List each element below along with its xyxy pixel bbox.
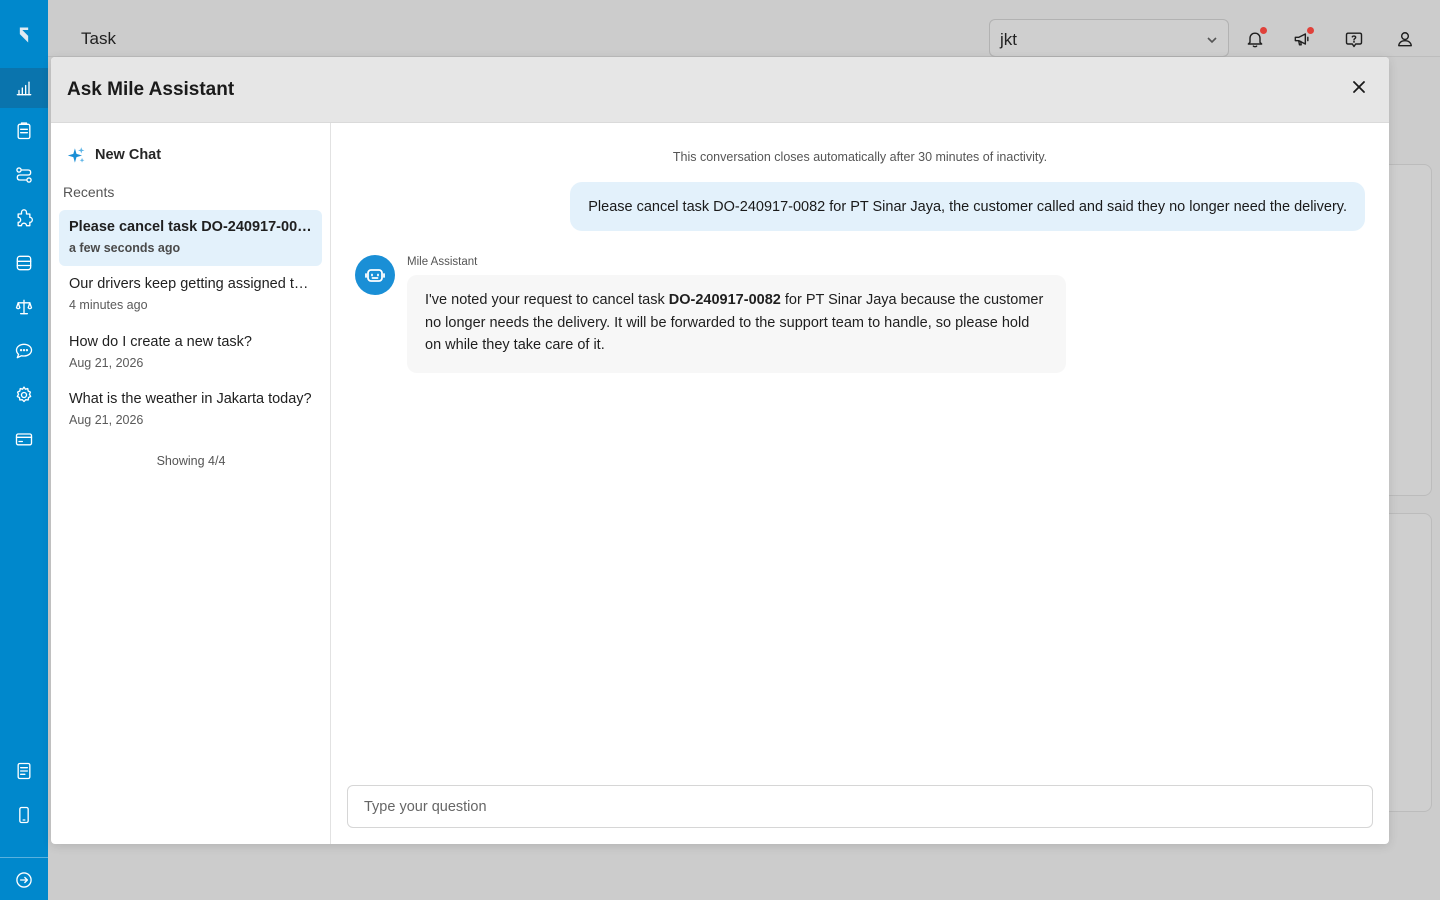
recent-chat-time: 4 minutes ago <box>69 298 148 312</box>
logo-icon[interactable] <box>0 15 48 55</box>
city-select-value: jkt <box>1000 30 1017 49</box>
recent-chat-item[interactable]: Please cancel task DO-240917-0082 for PT… <box>59 210 322 266</box>
help-chat-icon[interactable] <box>1341 26 1367 52</box>
user-icon[interactable] <box>1392 26 1418 52</box>
announcements-icon[interactable] <box>1289 26 1315 52</box>
recent-chat-item[interactable]: How do I create a new task? Aug 21, 2026 <box>59 325 322 381</box>
city-select[interactable]: jkt <box>989 19 1229 57</box>
chevron-down-icon <box>1207 37 1217 44</box>
assistant-message-task-id: DO-240917-0082 <box>668 292 781 308</box>
settings-icon[interactable] <box>0 375 48 415</box>
sparkle-icon <box>67 146 85 163</box>
notifications-icon[interactable] <box>1242 26 1268 52</box>
recent-chat-title: How do I create a new task? <box>69 334 252 350</box>
new-chat-label: New Chat <box>95 147 162 163</box>
assistant-name: Mile Assistant <box>407 256 478 268</box>
inactivity-notice: This conversation closes automatically a… <box>672 150 1048 164</box>
routes-icon[interactable] <box>0 155 48 195</box>
user-message: Please cancel task DO-240917-0082 for PT… <box>570 182 1365 231</box>
logout-icon[interactable] <box>0 860 48 900</box>
recent-chat-time: Aug 21, 2026 <box>69 413 144 427</box>
assistant-message: I've noted your request to cancel task D… <box>407 275 1066 373</box>
mobile-icon[interactable] <box>0 795 48 835</box>
recent-chat-item[interactable]: Our drivers keep getting assigned to the… <box>59 267 322 323</box>
sidebar-divider <box>0 857 48 858</box>
page-title: Task <box>81 29 116 48</box>
question-input-container <box>347 785 1373 828</box>
tasks-icon[interactable] <box>0 111 48 151</box>
compare-icon[interactable] <box>0 287 48 327</box>
close-button[interactable] <box>1347 75 1371 99</box>
recent-chat-time: a few seconds ago <box>69 241 181 255</box>
docs-icon[interactable] <box>0 751 48 791</box>
analytics-icon[interactable] <box>0 68 48 108</box>
chat-history-sidebar: New Chat Recents Please cancel task DO-2… <box>51 123 331 844</box>
modal-title: Ask Mile Assistant <box>67 79 235 100</box>
recent-chat-title: Please cancel task DO-240917-0082 for PT… <box>69 219 312 235</box>
assistant-modal: Ask Mile Assistant New Chat Recents Plea… <box>51 57 1389 844</box>
recent-chat-time: Aug 21, 2026 <box>69 356 144 370</box>
assistant-avatar <box>355 255 395 295</box>
recent-chat-title: Our drivers keep getting assigned to the… <box>69 276 312 292</box>
assistant-message-prefix: I've noted your request to cancel task <box>425 292 669 308</box>
recents-heading: Recents <box>63 184 115 200</box>
integrations-icon[interactable] <box>0 199 48 239</box>
new-chat-button[interactable]: New Chat <box>67 144 161 166</box>
billing-icon[interactable] <box>0 419 48 459</box>
modal-header: Ask Mile Assistant <box>51 57 1389 123</box>
close-icon <box>1353 81 1365 93</box>
chat-conversation: This conversation closes automatically a… <box>331 123 1389 844</box>
question-input[interactable] <box>348 786 1372 827</box>
database-icon[interactable] <box>0 243 48 283</box>
robot-icon <box>365 269 385 282</box>
recent-chat-title: What is the weather in Jakarta today? <box>69 391 312 407</box>
notification-badge <box>1260 27 1267 34</box>
app-header: Task jkt <box>48 0 1440 57</box>
chat-icon[interactable] <box>0 331 48 371</box>
showing-count: Showing 4/4 <box>156 454 226 468</box>
recent-chat-item[interactable]: What is the weather in Jakarta today? Au… <box>59 382 322 438</box>
left-nav-sidebar <box>0 0 48 900</box>
announcement-badge <box>1307 27 1314 34</box>
